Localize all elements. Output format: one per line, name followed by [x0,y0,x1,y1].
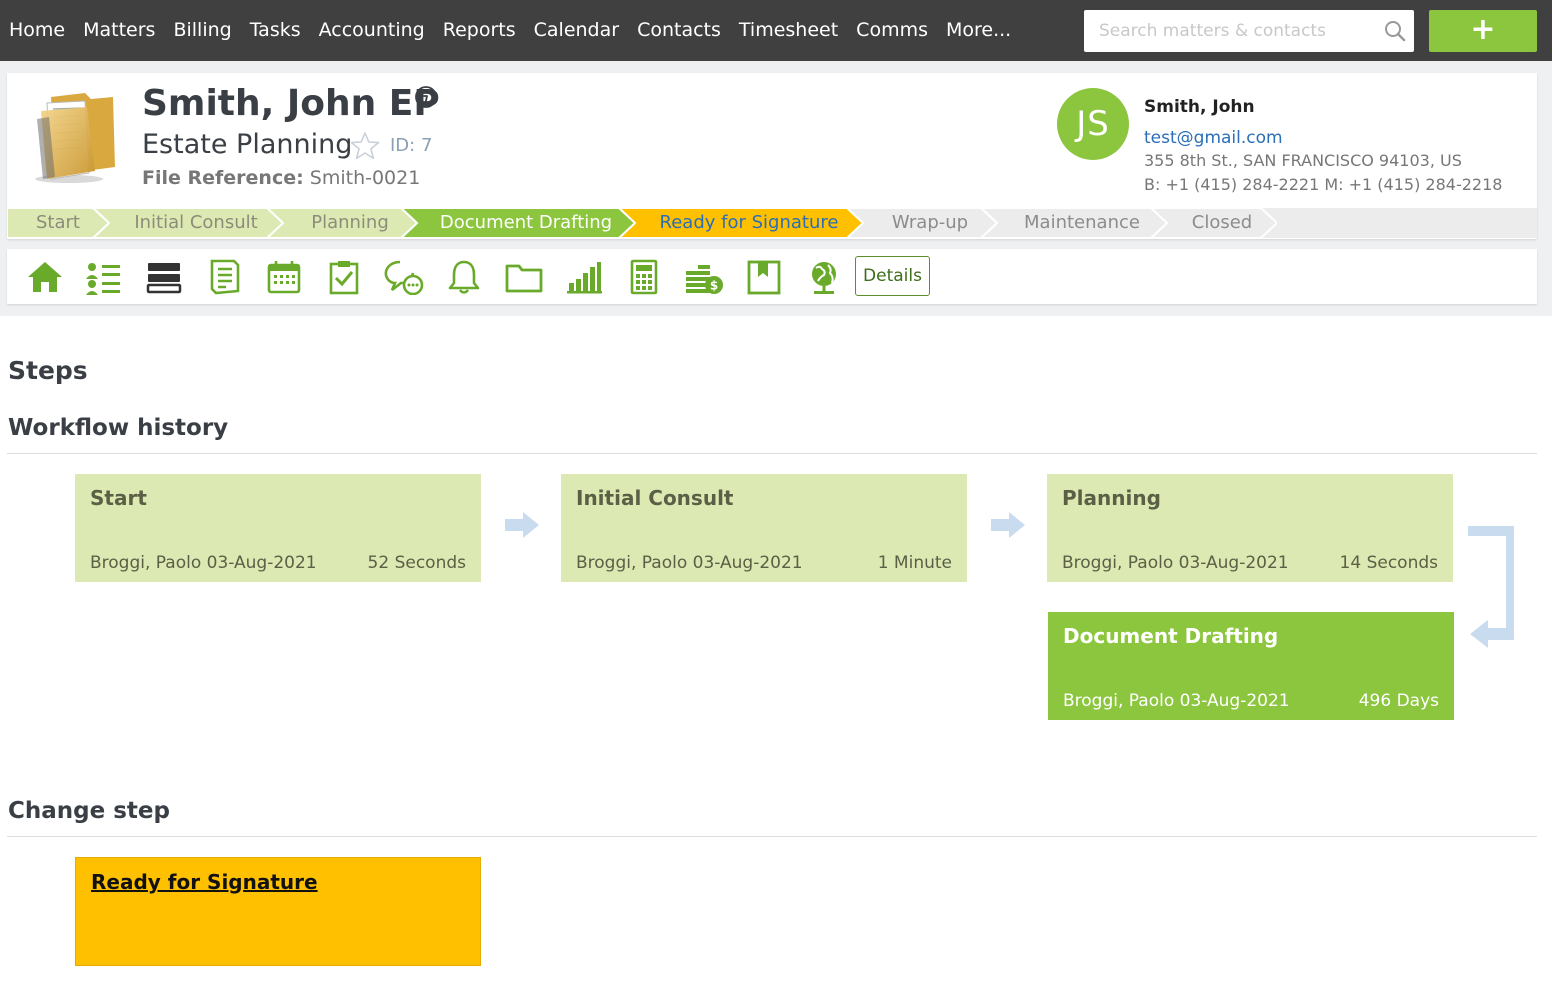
home-icon[interactable] [25,259,65,295]
nav-more[interactable]: More... [937,0,1020,61]
change-step-option-ready-for-signature[interactable]: Ready for Signature [75,857,481,966]
workflow-step-title: Start [90,486,147,510]
file-reference: File Reference: Smith-0021 [142,167,420,189]
stage-wrap-up[interactable]: Wrap-up [847,208,997,238]
search-icon[interactable] [1384,20,1406,42]
divider [7,453,1537,454]
details-button[interactable]: Details [855,256,930,296]
matter-toolbar: $ Details [7,249,1537,304]
matter-practice-area: Estate Planning [142,129,353,160]
bell-icon[interactable] [444,259,484,295]
favorite-star-icon[interactable] [350,131,380,161]
workflow-history-heading: Workflow history [8,415,229,441]
contact-phones: B: +1 (415) 284-2221 M: +1 (415) 284-221… [1144,175,1503,194]
stage-label: Closed [1191,212,1253,233]
workflow-step-duration: 52 Seconds [367,553,466,573]
workflow-step-planning: Planning Broggi, Paolo 03-Aug-2021 14 Se… [1047,474,1453,582]
nav-tasks[interactable]: Tasks [241,0,310,61]
coins-icon[interactable]: $ [684,259,724,295]
stage-document-drafting[interactable]: Document Drafting [401,208,635,238]
workflow-step-by: Broggi, Paolo 03-Aug-2021 [1063,691,1290,711]
globe-icon[interactable] [804,259,844,295]
change-step-option-label[interactable]: Ready for Signature [91,870,318,894]
bar-chart-icon[interactable] [564,259,604,295]
stage-label: Start [36,212,80,233]
matter-title: Smith, John EP [142,83,440,124]
folder-icon[interactable] [504,259,544,295]
nav-home[interactable]: Home [0,0,74,61]
task-check-icon[interactable] [324,259,364,295]
workflow-step-start: Start Broggi, Paolo 03-Aug-2021 52 Secon… [75,474,481,582]
stage-label: Planning [311,212,389,233]
workflow-step-title: Document Drafting [1063,624,1279,648]
arrow-right-icon [991,512,1025,538]
card-stack-icon[interactable] [144,259,184,295]
stage-initial-consult[interactable]: Initial Consult [93,208,283,238]
nav-timesheet[interactable]: Timesheet [730,0,847,61]
matter-id: ID: 7 [390,135,433,156]
workflow-step-duration: 14 Seconds [1339,553,1438,573]
stage-progress-bar: Start Initial Consult Planning Document Dra… [7,208,1537,238]
stage-start[interactable]: Start [7,208,109,238]
nav-accounting[interactable]: Accounting [310,0,434,61]
stage-maintenance[interactable]: Maintenance [981,208,1167,238]
top-nav-bar: Home Matters Billing Tasks Accounting Re… [0,0,1552,61]
search-box [1084,10,1414,52]
workflow-step-by: Broggi, Paolo 03-Aug-2021 [1062,553,1289,573]
workflow-step-by: Broggi, Paolo 03-Aug-2021 [90,553,317,573]
arrow-down-return-icon [1468,526,1514,648]
workflow-step-duration: 1 Minute [877,553,952,573]
nav-matters[interactable]: Matters [74,0,164,61]
nav-billing[interactable]: Billing [164,0,240,61]
contacts-list-icon[interactable] [83,259,123,295]
nav-calendar[interactable]: Calendar [525,0,628,61]
file-reference-label: File Reference: [142,167,304,189]
nav-reports[interactable]: Reports [434,0,525,61]
change-step-heading: Change step [8,798,170,824]
stage-planning[interactable]: Planning [267,208,417,238]
stage-label: Initial Consult [134,212,258,233]
divider [7,836,1537,837]
nav-contacts[interactable]: Contacts [628,0,730,61]
stage-label: Document Drafting [439,212,613,233]
main-menu: Home Matters Billing Tasks Accounting Re… [0,0,1020,61]
stage-label: Wrap-up [891,212,969,233]
calculator-icon[interactable] [624,259,664,295]
workflow-step-initial-consult: Initial Consult Broggi, Paolo 03-Aug-202… [561,474,967,582]
workflow-step-duration: 496 Days [1358,691,1439,711]
chat-icon[interactable] [384,259,424,296]
contact-email-link[interactable]: test@gmail.com [1144,128,1283,148]
bookmark-icon[interactable] [744,259,784,295]
arrow-right-icon [505,512,539,538]
contact-address: 355 8th St., SAN FRANCISCO 94103, US [1144,151,1462,170]
stage-ready-for-signature[interactable]: Ready for Signature [619,208,863,238]
nav-comms[interactable]: Comms [847,0,937,61]
stage-label: Ready for Signature [659,212,839,233]
steps-heading: Steps [8,356,88,385]
search-input[interactable] [1084,10,1374,52]
workflow-step-title: Planning [1062,486,1161,510]
notes-icon[interactable] [204,259,244,295]
calendar-icon[interactable] [264,259,304,295]
workflow-step-by: Broggi, Paolo 03-Aug-2021 [576,553,803,573]
file-reference-value: Smith-0021 [309,167,421,189]
workflow-step-document-drafting: Document Drafting Broggi, Paolo 03-Aug-2… [1048,612,1454,720]
matter-folder-icon [35,93,115,183]
stage-label: Maintenance [1024,212,1140,233]
workflow-step-title: Initial Consult [576,486,734,510]
contact-name[interactable]: Smith, John [1144,97,1255,117]
svg-text:$: $ [710,279,718,293]
add-new-button[interactable]: + [1429,10,1537,52]
info-icon[interactable] [414,85,438,109]
avatar[interactable]: JS [1057,88,1129,160]
stage-closed[interactable]: Closed [1151,208,1277,238]
